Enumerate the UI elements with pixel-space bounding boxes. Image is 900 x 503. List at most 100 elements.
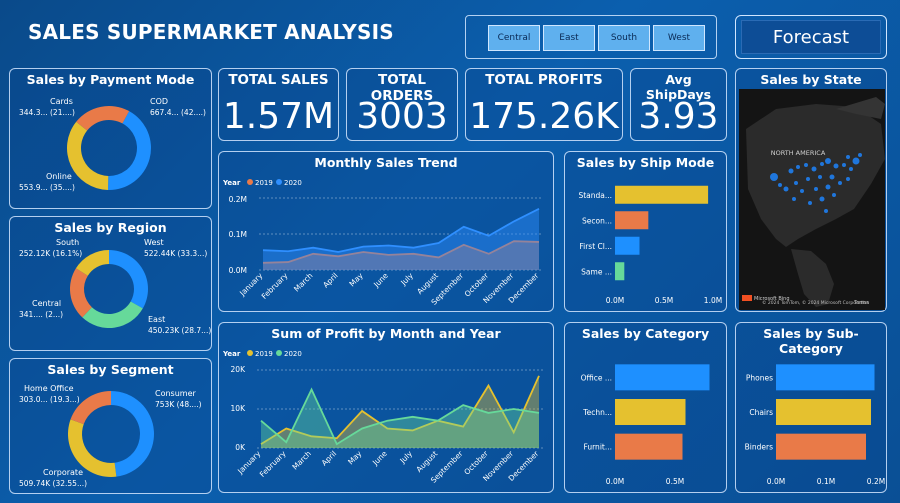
category-label: Techn... (582, 408, 612, 417)
region-button-central[interactable]: Central (488, 25, 540, 51)
category-label: Chairs (749, 408, 773, 417)
state-map[interactable]: NORTH AMERICA Microsoft Bing © 2024 TomT… (736, 69, 888, 313)
profit-panel: Sum of Profit by Month and Year Year 201… (218, 322, 554, 493)
segment-label-consumer-name: Consumer (155, 389, 197, 398)
x-tick: 1.0M (704, 296, 722, 305)
map-bubble[interactable] (838, 181, 842, 185)
x-tick-label: April (320, 449, 338, 467)
region-label-south-name: South (56, 238, 79, 247)
payment-slice-cards[interactable] (76, 106, 130, 131)
region-button-west[interactable]: West (653, 25, 705, 51)
map-bubble[interactable] (814, 187, 818, 191)
category-label: First Cl... (579, 242, 612, 251)
region-slice-west[interactable] (109, 250, 148, 309)
state-map-panel: Sales by State NORTH AMERICA Microsoft B… (735, 68, 887, 312)
map-bubble[interactable] (846, 155, 850, 159)
region-donut-chart: South 252.12K (16.1%) West 522.44K (33.3… (19, 238, 211, 335)
payment-slice-online[interactable] (67, 121, 109, 190)
map-bubble[interactable] (832, 193, 836, 197)
region-slice-central[interactable] (70, 268, 92, 318)
x-tick-label: March (292, 271, 315, 294)
map-bubble[interactable] (849, 167, 853, 171)
map-bubble[interactable] (852, 157, 860, 165)
legend-title: Year (222, 350, 241, 358)
y-tick: 0.0M (229, 266, 247, 275)
region-button-south[interactable]: South (598, 25, 650, 51)
segment-panel: Sales by Segment Home Office 303.0... (1… (9, 358, 212, 494)
bar-0[interactable] (615, 364, 710, 391)
x-tick: 0.2M (867, 477, 885, 486)
map-bubble[interactable] (794, 181, 798, 185)
monthly-sales-chart: Year 2019 2020 0.0M 0.1M 0.2M JanuaryFeb… (222, 179, 543, 307)
bar-1[interactable] (615, 399, 686, 425)
x-tick-label: August (414, 449, 439, 474)
forecast-button[interactable]: Forecast (741, 20, 881, 54)
region-panel: Sales by Region South 252.12K (16.1%) We… (9, 216, 212, 351)
map-bubble[interactable] (804, 163, 808, 167)
map-bubble[interactable] (770, 173, 778, 181)
map-bubble[interactable] (808, 201, 812, 205)
map-bubble[interactable] (806, 177, 810, 181)
category-label: Binders (745, 443, 773, 452)
category-label: Phones (746, 373, 773, 382)
region-slice-east[interactable] (82, 301, 143, 328)
forecast-button-frame: Forecast (735, 15, 887, 59)
map-bubble[interactable] (833, 163, 839, 169)
map-bubble[interactable] (811, 166, 817, 172)
segment-label-consumer-value: 753K (48....) (155, 400, 202, 409)
kpi-label: TOTAL SALES (228, 72, 329, 88)
bar-1[interactable] (615, 211, 649, 230)
x-tick-label: July (397, 449, 414, 466)
category-label: Same ... (581, 267, 612, 276)
legend-label-2020: 2020 (284, 179, 302, 187)
map-bubble[interactable] (819, 196, 825, 202)
x-tick: 0.0M (606, 477, 624, 486)
map-bubble[interactable] (820, 162, 824, 166)
map-bubble[interactable] (800, 189, 804, 193)
subcategory-chart: Phones Chairs Binders 0.0M 0.1M 0.2M (745, 364, 885, 486)
map-bubble[interactable] (825, 184, 831, 190)
segment-slice-consumer[interactable] (111, 391, 155, 477)
region-button-east[interactable]: East (543, 25, 595, 51)
x-tick: 0.1M (817, 477, 835, 486)
map-bubble[interactable] (824, 209, 828, 213)
map-bubble[interactable] (842, 163, 846, 167)
region-label-central-value: 341.... (2...) (19, 310, 63, 319)
map-region-label: NORTH AMERICA (771, 149, 826, 157)
map-bubble[interactable] (858, 153, 862, 157)
payment-slice-cod[interactable] (107, 111, 151, 190)
map-bubble[interactable] (778, 183, 782, 187)
map-bubble[interactable] (846, 177, 850, 181)
y-tick: 10K (231, 404, 247, 413)
map-bubble[interactable] (829, 174, 835, 180)
map-bubble[interactable] (818, 175, 822, 179)
map-bubble[interactable] (783, 186, 789, 192)
legend-label-2020: 2020 (284, 350, 302, 358)
x-tick: 0.0M (767, 477, 785, 486)
category-panel: Sales by Category Office ... Techn... Furn… (564, 322, 727, 493)
bar-2[interactable] (615, 236, 640, 255)
x-tick-label: July (398, 271, 415, 288)
subcategory-panel: Sales by Sub-Category Phones Chairs Binder… (735, 322, 887, 493)
map-bubble[interactable] (825, 158, 831, 164)
category-label: Office ... (581, 373, 612, 382)
legend-label-2019: 2019 (255, 350, 273, 358)
profit-chart: Year 2019 2020 0K 10K 20K JanuaryFebruar… (222, 350, 543, 485)
kpi-total-sales: TOTAL SALES 1.57M (218, 68, 339, 141)
region-label-east-value: 450.23K (28.7...) (148, 326, 211, 335)
bar-1[interactable] (776, 399, 871, 425)
bar-3[interactable] (615, 262, 625, 281)
y-tick: 0.2M (229, 195, 247, 204)
segment-label-corporate-value: 509.74K (32.55...) (19, 479, 87, 488)
kpi-avg-shipdays: Avg ShipDays 3.93 (630, 68, 727, 141)
bar-2[interactable] (776, 433, 866, 460)
bar-0[interactable] (776, 364, 875, 391)
map-bubble[interactable] (792, 197, 796, 201)
x-tick-label: May (347, 271, 365, 289)
bar-0[interactable] (615, 185, 709, 204)
legend-swatch-2019 (247, 350, 253, 356)
map-bubble[interactable] (796, 165, 800, 169)
segment-label-homeoffice-name: Home Office (24, 384, 74, 393)
bar-2[interactable] (615, 433, 683, 460)
map-bubble[interactable] (788, 168, 794, 174)
